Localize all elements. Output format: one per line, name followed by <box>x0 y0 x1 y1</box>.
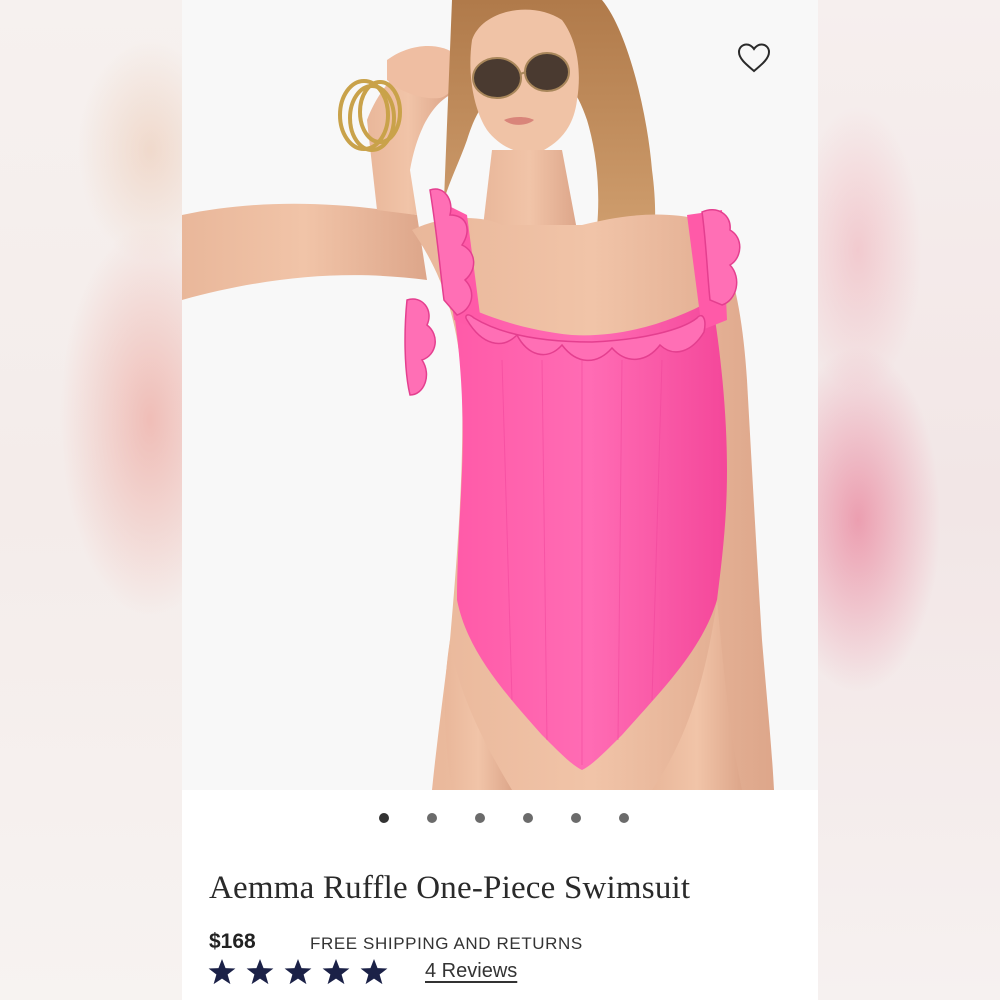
star-icon <box>284 958 312 985</box>
carousel-dot[interactable] <box>427 813 437 823</box>
heart-outline-icon <box>737 43 771 73</box>
blurred-backdrop-left <box>0 0 182 1000</box>
star-icon <box>246 958 274 985</box>
carousel-dot[interactable] <box>523 813 533 823</box>
reviews-link[interactable]: 4 Reviews <box>425 960 517 983</box>
star-icon <box>322 958 350 985</box>
product-title: Aemma Ruffle One-Piece Swimsuit <box>209 870 691 906</box>
rating-stars[interactable] <box>207 958 389 986</box>
carousel-dot[interactable] <box>379 813 389 823</box>
wishlist-button[interactable] <box>734 40 774 76</box>
product-card: Aemma Ruffle One-Piece Swimsuit $168 FRE… <box>182 0 818 1000</box>
swimsuit-model-illustration <box>182 0 818 790</box>
shipping-note: FREE SHIPPING AND RETURNS <box>310 934 583 953</box>
carousel-dot[interactable] <box>619 813 629 823</box>
star-icon <box>208 958 236 985</box>
product-price: $168 <box>209 930 256 953</box>
product-photo[interactable] <box>182 0 818 790</box>
carousel-dot[interactable] <box>571 813 581 823</box>
carousel-dots <box>182 810 818 826</box>
blurred-backdrop-right <box>818 0 1000 1000</box>
carousel-dot[interactable] <box>475 813 485 823</box>
star-icon <box>360 958 388 985</box>
